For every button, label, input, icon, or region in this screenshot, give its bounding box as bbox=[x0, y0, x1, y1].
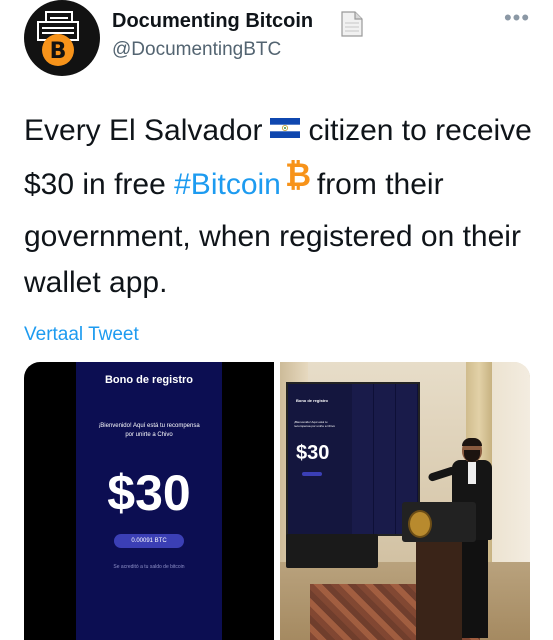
document-icon bbox=[340, 10, 364, 43]
screen-amount: $30 bbox=[296, 442, 330, 464]
seal-icon bbox=[408, 510, 432, 538]
footnote-text: Se acreditó a tu saldo de bitcoin bbox=[113, 564, 185, 570]
media-image-right[interactable]: Bono de registro ¡Bienvenido! Aquí está … bbox=[280, 362, 530, 640]
screen-pill bbox=[302, 472, 322, 476]
bonus-amount: $30 bbox=[107, 465, 191, 521]
display-name[interactable]: Documenting Bitcoin bbox=[112, 10, 313, 33]
more-dots-icon[interactable]: ••• bbox=[503, 4, 531, 32]
translate-tweet-link[interactable]: Vertaal Tweet bbox=[24, 324, 139, 346]
svg-text:B: B bbox=[50, 39, 67, 64]
bonus-title: Bono de registro bbox=[104, 374, 193, 386]
media-image-left[interactable]: Bono de registro ¡Bienvenido! Aquí está … bbox=[24, 362, 274, 640]
screen-text: ¡Bienvenido! Aquí está tu recompensa por… bbox=[294, 420, 336, 428]
media-grid: Bono de registro ¡Bienvenido! Aquí está … bbox=[24, 362, 530, 640]
tweet-header: B Documenting Bitcoin @DocumentingBTC ••… bbox=[0, 0, 553, 80]
avatar[interactable]: B bbox=[24, 0, 100, 76]
screen-stand bbox=[286, 534, 378, 568]
wallet-app-screenshot: Bono de registro ¡Bienvenido! Aquí está … bbox=[76, 362, 222, 640]
hashtag-link[interactable]: #Bitcoin bbox=[174, 168, 281, 201]
tweet-text: Every El Salvador citizen to receive $30 … bbox=[24, 106, 534, 306]
account-handle[interactable]: @DocumentingBTC bbox=[112, 39, 281, 61]
bitcoin-icon: ₿ bbox=[285, 156, 311, 206]
welcome-message: ¡Bienvenido! Aquí está tu recompensa por… bbox=[98, 423, 200, 438]
screen-title: Bono de registro bbox=[296, 398, 329, 403]
documenting-bitcoin-logo-icon: B bbox=[37, 11, 79, 66]
btc-amount-pill: 0.00091 BTC bbox=[114, 534, 184, 548]
svg-text:₿: ₿ bbox=[285, 158, 311, 192]
podium bbox=[402, 502, 476, 640]
presentation-screen: Bono de registro ¡Bienvenido! Aquí está … bbox=[286, 382, 420, 536]
el-salvador-flag-icon bbox=[270, 106, 301, 152]
tweet-text-part1: Every El Salvador bbox=[24, 113, 263, 147]
